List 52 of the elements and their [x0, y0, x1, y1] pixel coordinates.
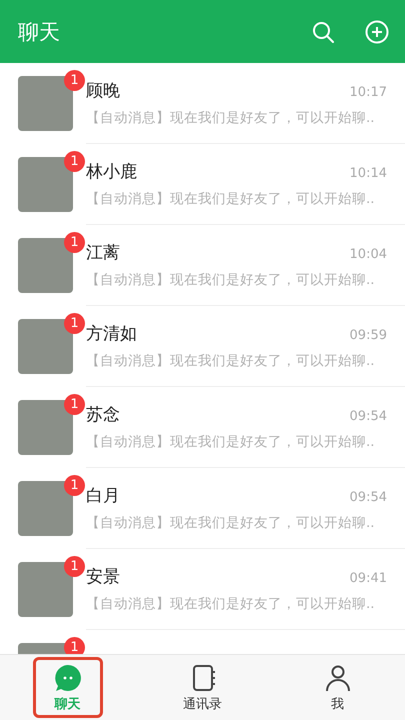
avatar-photo-placeholder: [18, 319, 73, 374]
unread-badge: 1: [64, 475, 85, 496]
search-icon[interactable]: [311, 20, 335, 44]
message-preview: 【自动消息】现在我们是好友了，可以开始聊..: [86, 514, 376, 532]
message-time: 10:17: [350, 85, 387, 100]
chat-item[interactable]: 1 白月 09:54 【自动消息】现在我们是好友了，可以开始聊..: [0, 468, 405, 549]
avatar-photo-placeholder: [18, 400, 73, 455]
unread-badge: 1: [64, 232, 85, 253]
unread-badge: 1: [64, 70, 85, 91]
contact-name: 方清如: [86, 323, 137, 345]
contact-name: 安景: [86, 566, 120, 588]
avatar-photo-placeholder: [18, 76, 73, 131]
tab-label: 通讯录: [183, 696, 222, 712]
message-preview: 【自动消息】现在我们是好友了，可以开始聊..: [86, 433, 376, 451]
unread-badge: 1: [64, 556, 85, 577]
contact-name: 林小鹿: [86, 161, 137, 183]
message-time: 09:54: [350, 490, 387, 505]
message-time: 10:04: [350, 247, 387, 262]
tab-item[interactable]: 我: [302, 657, 372, 718]
contact-name: 苏念: [86, 404, 120, 426]
message-time: 09:59: [350, 328, 387, 343]
avatar-photo-placeholder: [18, 157, 73, 212]
tab-label: 聊天: [54, 696, 80, 712]
chat-item[interactable]: 1 方清如 09:59 【自动消息】现在我们是好友了，可以开始聊..: [0, 306, 405, 387]
chat-item[interactable]: 1 安景 09:41 【自动消息】现在我们是好友了，可以开始聊..: [0, 549, 405, 630]
message-time: 10:14: [350, 166, 387, 181]
tab-item[interactable]: 通讯录: [168, 657, 238, 718]
chat-item[interactable]: 1 苏念 09:54 【自动消息】现在我们是好友了，可以开始聊..: [0, 387, 405, 468]
chat-item[interactable]: 1 林小鹿 10:14 【自动消息】现在我们是好友了，可以开始聊..: [0, 144, 405, 225]
unread-badge: 1: [64, 313, 85, 334]
tab-label: 我: [331, 696, 344, 712]
chat-bubble-icon: [52, 662, 82, 692]
avatar-photo-placeholder: [18, 481, 73, 536]
contact-name: 顾晚: [86, 80, 120, 102]
message-preview: 【自动消息】现在我们是好友了，可以开始聊..: [86, 352, 376, 370]
unread-badge: 1: [64, 394, 85, 415]
add-icon[interactable]: [365, 20, 389, 44]
avatar-photo-placeholder: [18, 562, 73, 617]
message-preview: 【自动消息】现在我们是好友了，可以开始聊..: [86, 190, 376, 208]
avatar-photo-placeholder: [18, 238, 73, 293]
header-title: 聊天: [18, 18, 60, 46]
message-preview: 【自动消息】现在我们是好友了，可以开始聊..: [86, 109, 376, 127]
unread-badge: 1: [64, 151, 85, 172]
chat-item[interactable]: 1 顾晚 10:17 【自动消息】现在我们是好友了，可以开始聊..: [0, 63, 405, 144]
message-preview: 【自动消息】现在我们是好友了，可以开始聊..: [86, 271, 376, 289]
unread-badge: 1: [64, 637, 85, 654]
contact-name: 江蓠: [86, 242, 120, 264]
message-preview: 【自动消息】现在我们是好友了，可以开始聊..: [86, 595, 376, 613]
contact-name: 白月: [86, 485, 120, 507]
message-time: 09:41: [350, 571, 387, 586]
message-time: 09:54: [350, 409, 387, 424]
chat-item[interactable]: 1 江蓠 10:04 【自动消息】现在我们是好友了，可以开始聊..: [0, 225, 405, 306]
